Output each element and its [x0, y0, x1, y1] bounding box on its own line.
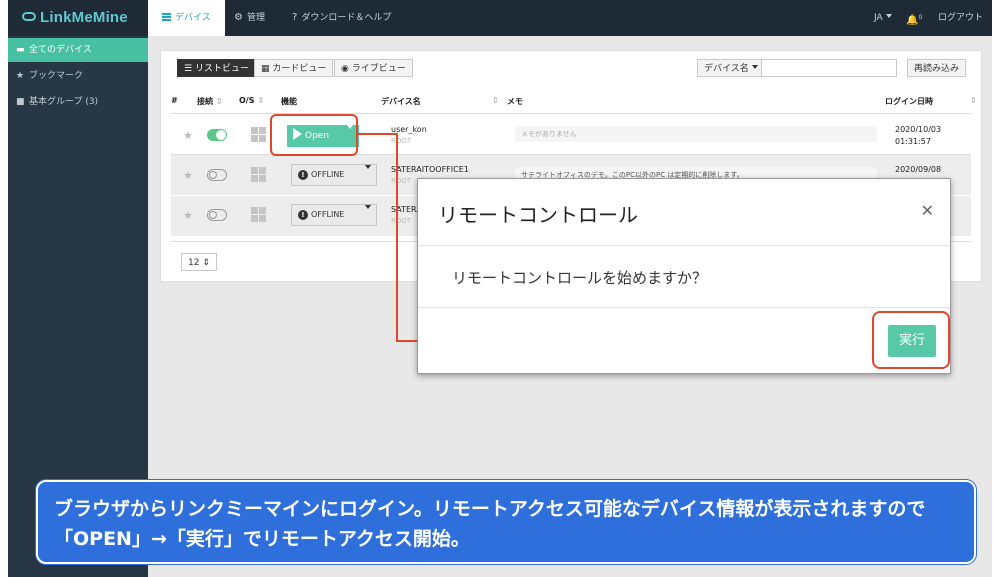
reload-button[interactable]: 再読み込み: [907, 59, 967, 77]
chevron-down-icon: [885, 14, 892, 18]
nav-admin-label: 管理: [246, 13, 265, 23]
col-header-connection[interactable]: 接続 ⇕: [197, 96, 223, 107]
login-date: 2020/10/03: [895, 125, 942, 134]
nav-admin[interactable]: ⚙ 管理: [234, 0, 265, 36]
memo-field[interactable]: メモがありません: [515, 126, 877, 142]
col-header-function: 機能: [281, 97, 297, 106]
dialog-divider: [418, 245, 950, 246]
caption-text: ブラウザからリンクミーマインにログイン。リモートアクセス可能なデバイス情報が表示…: [54, 498, 926, 550]
logo-icon: [22, 12, 36, 21]
col-header-device-name[interactable]: デバイス名: [381, 96, 421, 107]
top-navbar: LinkMeMine デバイス ⚙ 管理 ? ダウンロード＆ヘルプ JA 🔔0 ログ…: [8, 0, 992, 36]
live-view-label: ライブビュー: [351, 64, 406, 74]
sort-icon: ⇕: [257, 96, 265, 105]
remote-control-dialog: リモートコントロール ✕ リモートコントロールを始めますか？ 実行: [417, 178, 951, 374]
card-view-button[interactable]: ▦ カードビュー: [254, 59, 334, 77]
col-header-memo: メモ: [507, 97, 523, 106]
device-name[interactable]: SATERAITOOFFICE1: [391, 165, 469, 174]
card-view-label: カードビュー: [272, 64, 327, 74]
star-icon: ★: [16, 71, 25, 81]
bell-icon: 🔔: [906, 15, 919, 26]
open-highlight: [270, 114, 358, 156]
nav-devices[interactable]: デバイス: [148, 0, 225, 36]
sort-icon[interactable]: ⇕: [967, 96, 977, 105]
language-select[interactable]: JA: [874, 0, 892, 36]
windows-icon: [251, 127, 267, 143]
nav-help-label: ダウンロード＆ヘルプ: [301, 13, 392, 23]
search-input[interactable]: [761, 59, 897, 77]
chevron-down-icon: [365, 165, 371, 169]
connection-toggle[interactable]: [207, 129, 227, 141]
windows-icon: [251, 207, 267, 223]
offline-label: OFFLINE: [311, 210, 345, 219]
gear-icon: ⚙: [234, 12, 243, 23]
device-group: ROOT: [391, 217, 412, 225]
chevron-down-icon: [365, 205, 371, 209]
sidebar-item-bookmarks[interactable]: ★ ブックマーク: [8, 64, 148, 88]
nav-devices-label: デバイス: [175, 13, 211, 23]
sidebar-item-all-devices[interactable]: ▬ 全てのデバイス: [8, 38, 148, 62]
star-icon[interactable]: ★: [183, 129, 193, 142]
dialog-title: リモートコントロール: [438, 203, 638, 227]
offline-label: OFFLINE: [311, 170, 345, 179]
filter-label: デバイス名: [704, 64, 749, 74]
arrow-connector: [358, 133, 397, 135]
device-group: ROOT: [391, 177, 412, 185]
offline-button[interactable]: ! OFFLINE: [291, 164, 377, 186]
list-view-button[interactable]: ☰ リストビュー: [177, 59, 256, 77]
filter-dropdown[interactable]: デバイス名: [697, 59, 765, 77]
star-icon[interactable]: ★: [183, 169, 193, 182]
sidebar-item-label: 全てのデバイス: [29, 45, 92, 55]
login-date: 2020/09/08: [895, 165, 942, 174]
col-header-num: #: [171, 96, 178, 105]
instruction-caption: ブラウザからリンクミーマインにログイン。リモートアクセス可能なデバイス情報が表示…: [36, 480, 976, 564]
device-group: ROOT: [391, 137, 412, 145]
notifications[interactable]: 🔔0: [906, 0, 922, 36]
col-header-os[interactable]: O/S ⇕: [239, 96, 264, 105]
folder-icon: ■: [16, 97, 25, 107]
chevron-updown-icon: ⇕: [202, 258, 210, 268]
dialog-divider: [418, 307, 950, 308]
col-header-label: O/S: [239, 96, 255, 105]
sort-icon[interactable]: ⇕: [489, 96, 499, 105]
nav-help[interactable]: ? ダウンロード＆ヘルプ: [292, 0, 391, 36]
logo[interactable]: LinkMeMine: [22, 9, 128, 26]
chevron-down-icon: [751, 65, 758, 69]
logo-text: LinkMeMine: [40, 9, 128, 26]
close-icon[interactable]: ✕: [921, 201, 934, 220]
sidebar-item-label: 基本グループ (3): [29, 97, 99, 107]
offline-button[interactable]: ! OFFLINE: [291, 204, 377, 226]
alert-icon: !: [298, 170, 308, 180]
login-time: 01:31:57: [895, 137, 931, 146]
device-icon: ▬: [16, 45, 25, 55]
list-icon: [162, 13, 171, 21]
app-frame: LinkMeMine デバイス ⚙ 管理 ? ダウンロード＆ヘルプ JA 🔔0 ログ…: [8, 0, 992, 577]
execute-highlight: [872, 311, 950, 369]
list-view-label: リストビュー: [194, 64, 249, 74]
per-page-label: 12: [188, 258, 200, 268]
notification-count: 0: [918, 14, 923, 21]
live-view-button[interactable]: ◉ ライブビュー: [334, 59, 413, 77]
col-header-label: 接続: [197, 97, 213, 106]
eye-icon: ◉: [341, 64, 349, 74]
logout-link[interactable]: ログアウト: [938, 0, 983, 36]
grid-icon: ▦: [261, 64, 270, 74]
connection-toggle[interactable]: [207, 169, 227, 181]
star-icon[interactable]: ★: [183, 209, 193, 222]
dialog-message: リモートコントロールを始めますか？: [452, 269, 708, 287]
arrow-connector: [396, 133, 398, 341]
question-icon: ?: [292, 12, 298, 23]
windows-icon: [251, 167, 267, 183]
list-icon: ☰: [184, 64, 193, 74]
col-header-login-time[interactable]: ログイン日時: [885, 96, 933, 107]
connection-toggle[interactable]: [207, 209, 227, 221]
sort-icon: ⇕: [216, 97, 223, 106]
per-page-select[interactable]: 12 ⇕: [181, 253, 217, 271]
alert-icon: !: [298, 210, 308, 220]
sidebar-item-basic-group[interactable]: ■ 基本グループ (3): [8, 90, 148, 114]
language-label: JA: [874, 13, 883, 23]
sidebar-item-label: ブックマーク: [29, 71, 84, 81]
